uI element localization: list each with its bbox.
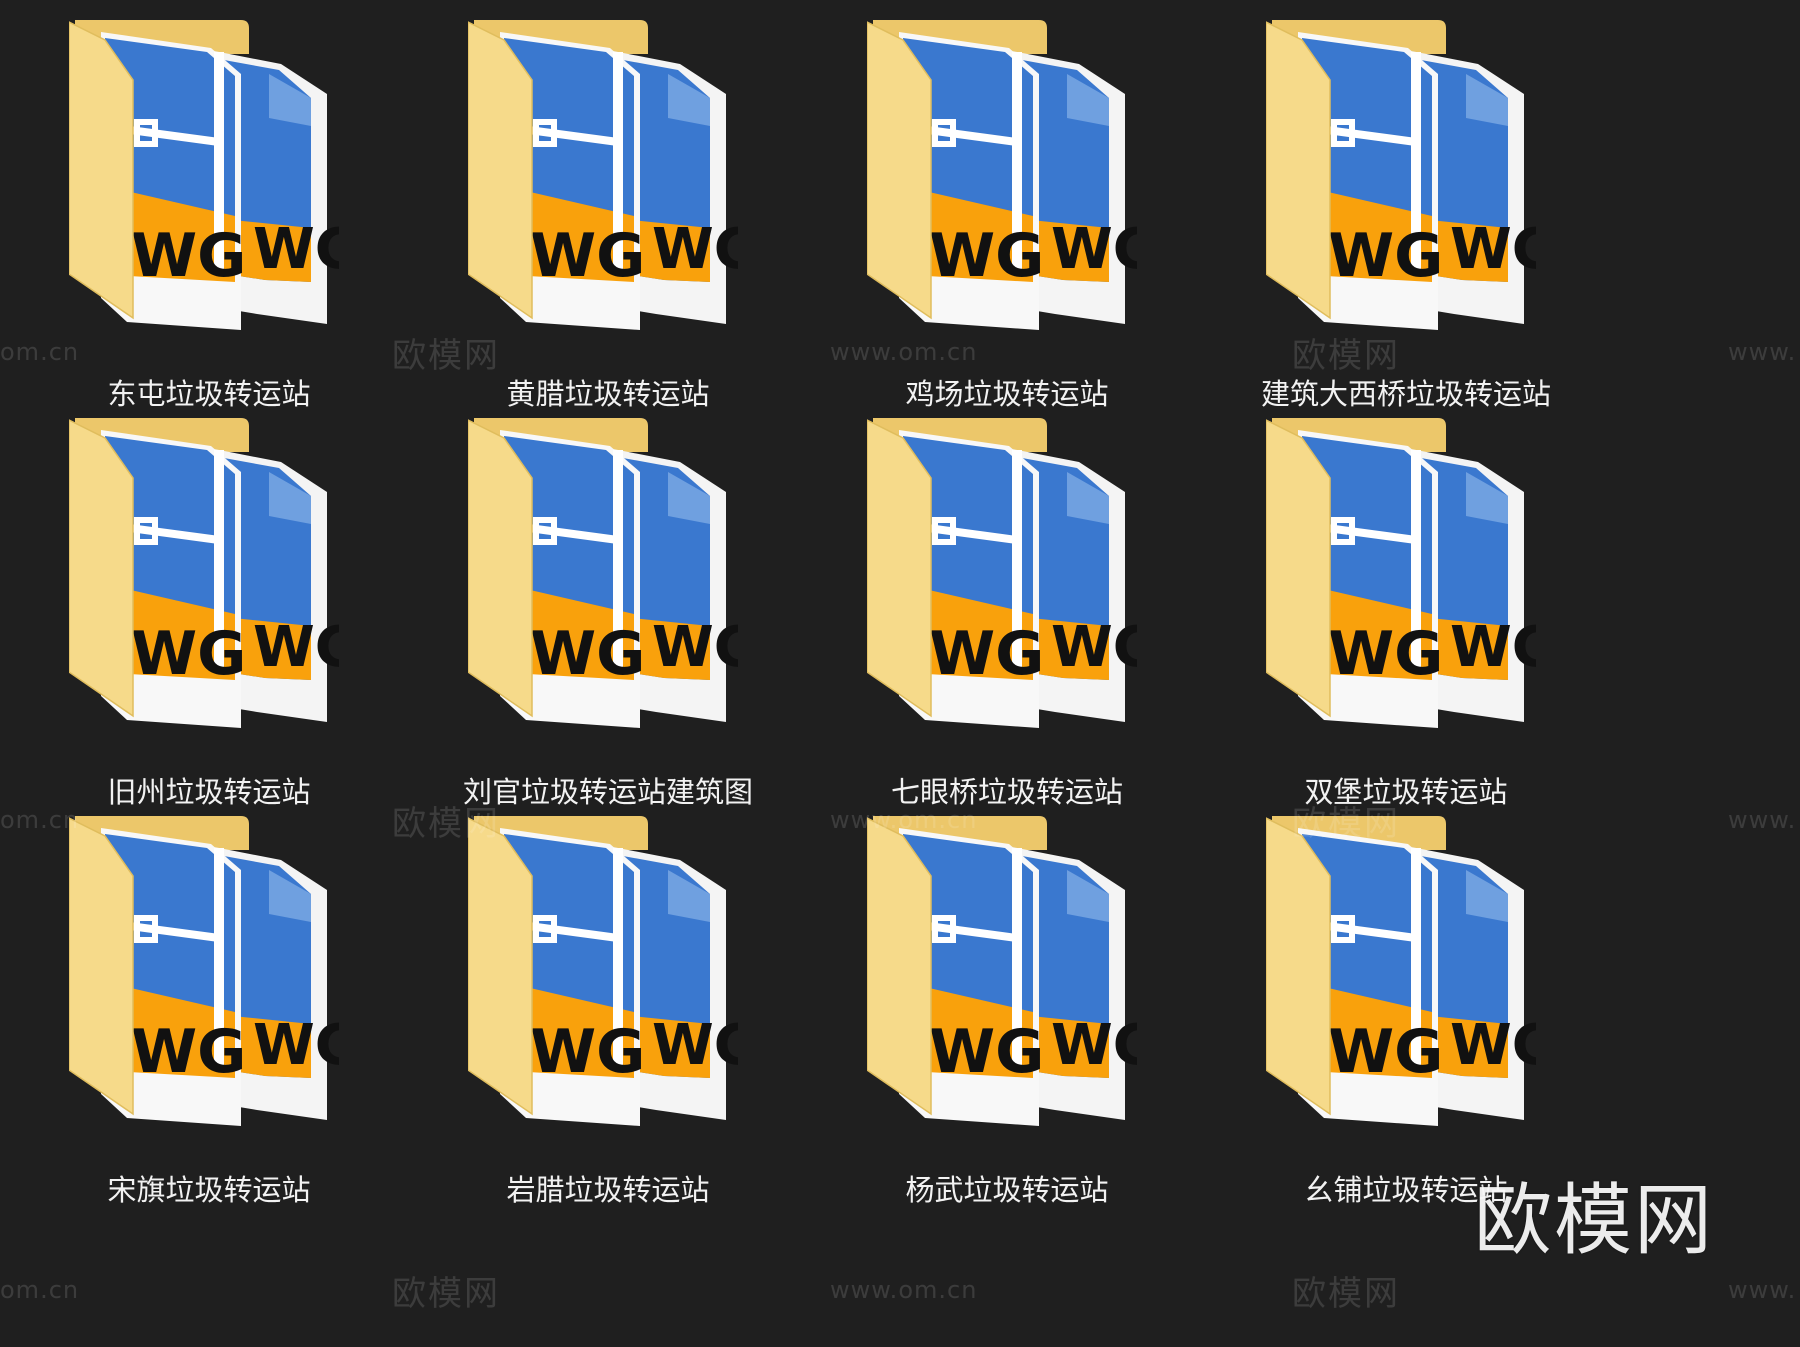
doc-wg-text: WG <box>1051 1013 1137 1078</box>
brand-logo-watermark: 欧模网 <box>1474 1176 1715 1266</box>
dwg-folder-icon: WG WG <box>468 20 738 330</box>
folder-item-1[interactable]: WG WG 东屯垃圾转运站 <box>0 0 455 456</box>
doc-wg-text: WG <box>929 1017 1044 1087</box>
folder-item-8[interactable]: WG WG 双堡垃圾转运站 <box>1194 398 1652 854</box>
dwg-folder-icon: WG WG <box>1266 418 1536 728</box>
folder-item-3[interactable]: WG WG 鸡场垃圾转运站 <box>795 0 1253 456</box>
doc-wg-text: WG <box>1450 1013 1536 1078</box>
dwg-folder-icon: WG WG <box>867 418 1137 728</box>
doc-wg-text: WG <box>652 615 738 680</box>
dwg-folder-icon: WG WG <box>867 816 1137 1126</box>
folder-label: 岩腊垃圾转运站 <box>506 1173 710 1207</box>
doc-wg-text: WG <box>929 221 1044 291</box>
folder-item-9[interactable]: WG WG 宋旗垃圾转运站 <box>0 796 455 1252</box>
dwg-folder-icon: WG WG <box>468 816 738 1126</box>
doc-wg-text: WG <box>1328 1017 1443 1087</box>
doc-wg-text: WG <box>929 619 1044 689</box>
doc-wg-text: WG <box>652 1013 738 1078</box>
dwg-folder-icon: WG WG <box>1266 816 1536 1126</box>
doc-wg-text: WG <box>253 217 339 282</box>
dwg-folder-icon: WG WG <box>468 418 738 728</box>
doc-wg-text: WG <box>1328 221 1443 291</box>
folder-label: 宋旗垃圾转运站 <box>107 1173 311 1207</box>
doc-wg-text: WG <box>253 1013 339 1078</box>
doc-wg-text: WG <box>530 619 645 689</box>
dwg-folder-icon: WG WG <box>69 816 339 1126</box>
doc-wg-text: WG <box>1051 615 1137 680</box>
file-explorer-view: WG WG 东屯垃圾转运站 WG WG 黄腊垃圾转运站 WG WG 鸡场垃圾转运… <box>0 0 1800 1347</box>
dwg-folder-icon: WG WG <box>69 418 339 728</box>
doc-wg-text: WG <box>131 221 246 291</box>
doc-wg-text: WG <box>131 619 246 689</box>
dwg-folder-icon: WG WG <box>69 20 339 330</box>
folder-label: 杨武垃圾转运站 <box>905 1173 1109 1207</box>
doc-wg-text: WG <box>530 1017 645 1087</box>
folder-item-5[interactable]: WG WG 旧州垃圾转运站 <box>0 398 455 854</box>
doc-wg-text: WG <box>1328 619 1443 689</box>
dwg-folder-icon: WG WG <box>867 20 1137 330</box>
folder-grid: WG WG 东屯垃圾转运站 WG WG 黄腊垃圾转运站 WG WG 鸡场垃圾转运… <box>0 0 1800 1347</box>
doc-wg-text: WG <box>530 221 645 291</box>
folder-item-2[interactable]: WG WG 黄腊垃圾转运站 <box>396 0 854 456</box>
dwg-folder-icon: WG WG <box>1266 20 1536 330</box>
folder-item-6[interactable]: WG WG 刘官垃圾转运站建筑图 <box>396 398 854 854</box>
folder-item-10[interactable]: WG WG 岩腊垃圾转运站 <box>396 796 854 1252</box>
doc-wg-text: WG <box>1450 217 1536 282</box>
folder-item-7[interactable]: WG WG 七眼桥垃圾转运站 <box>795 398 1253 854</box>
doc-wg-text: WG <box>131 1017 246 1087</box>
doc-wg-text: WG <box>253 615 339 680</box>
folder-item-11[interactable]: WG WG 杨武垃圾转运站 <box>795 796 1253 1252</box>
doc-wg-text: WG <box>1450 615 1536 680</box>
folder-item-4[interactable]: WG WG 建筑大西桥垃圾转运站 <box>1194 0 1652 456</box>
doc-wg-text: WG <box>1051 217 1137 282</box>
doc-wg-text: WG <box>652 217 738 282</box>
